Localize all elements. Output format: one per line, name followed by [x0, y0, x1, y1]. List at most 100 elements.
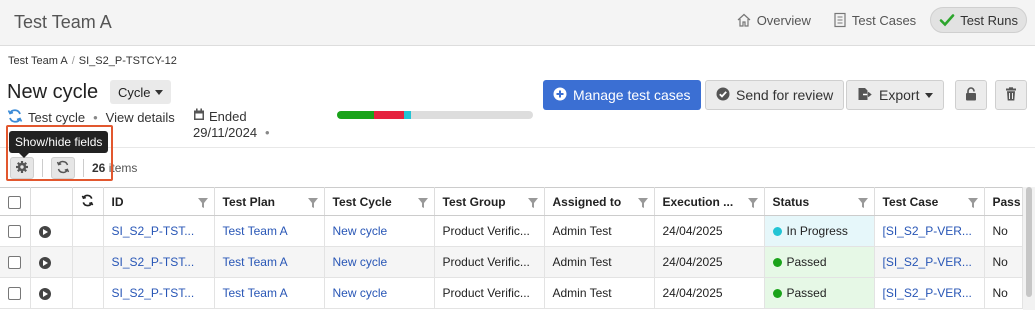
- cell-test-case[interactable]: [SI_S2_P-VER...: [874, 246, 985, 278]
- cell-id[interactable]: SI_S2_P-TST...: [103, 215, 215, 247]
- sync-cell: [72, 215, 104, 247]
- caret-down-icon: [154, 89, 163, 95]
- row-select-cell: [0, 215, 31, 247]
- nav-test-runs[interactable]: Test Runs: [930, 7, 1027, 33]
- nav-overview[interactable]: Overview: [728, 7, 819, 33]
- table-row[interactable]: SI_S2_P-TST... Test Team A New cycle Pro…: [0, 277, 1023, 309]
- send-for-review-button[interactable]: Send for review: [705, 80, 845, 110]
- play-icon[interactable]: [38, 225, 51, 238]
- table-header-row: ID Test Plan Test Cycle Test Group Assig…: [0, 187, 1023, 216]
- sync-column-header: [72, 187, 104, 216]
- test-runs-table: ID Test Plan Test Cycle Test Group Assig…: [0, 187, 1023, 309]
- trash-icon: [1005, 86, 1017, 104]
- status-date: 29/11/2024: [193, 125, 258, 140]
- table-row[interactable]: SI_S2_P-TST... Test Team A New cycle Pro…: [0, 215, 1023, 247]
- cell-test-cycle[interactable]: New cycle: [324, 246, 435, 278]
- status-dot: [772, 289, 782, 299]
- breadcrumb-team[interactable]: Test Team A: [8, 55, 68, 67]
- manage-test-cases-button[interactable]: Manage test cases: [543, 80, 701, 110]
- cell-status: Passed: [764, 246, 875, 278]
- row-checkbox[interactable]: [8, 287, 21, 301]
- breadcrumb-cycle: SI_S2_P-TSTCY-12: [78, 55, 177, 67]
- cell-test-group: Product Verific...: [434, 246, 545, 278]
- cell-test-plan[interactable]: Test Team A: [214, 215, 325, 247]
- progress-segment-passed: [337, 111, 375, 119]
- column-header-test-plan[interactable]: Test Plan: [214, 187, 325, 216]
- row-checkbox[interactable]: [8, 225, 21, 239]
- items-count-label: items: [108, 161, 138, 175]
- cell-test-cycle[interactable]: New cycle: [324, 277, 435, 309]
- cycle-type-dropdown[interactable]: Cycle: [110, 80, 171, 104]
- cell-test-case[interactable]: [SI_S2_P-VER...: [874, 277, 985, 309]
- filter-icon[interactable]: [417, 197, 428, 211]
- sync-cell: [72, 277, 104, 309]
- home-icon: [736, 12, 752, 28]
- status-text: In Progress: [786, 224, 848, 238]
- cell-test-cycle[interactable]: New cycle: [324, 215, 435, 247]
- status-dot: [772, 227, 782, 237]
- filter-icon[interactable]: [637, 197, 648, 211]
- column-header-test-cycle[interactable]: Test Cycle: [324, 187, 435, 216]
- calendar-icon: [193, 108, 205, 125]
- cell-status: In Progress: [764, 215, 875, 247]
- breadcrumb-separator: /: [71, 55, 75, 67]
- filter-icon[interactable]: [967, 197, 978, 211]
- vertical-scrollbar[interactable]: [1023, 187, 1035, 310]
- column-header-execution[interactable]: Execution ...: [654, 187, 765, 216]
- nav-test-cases-label: Test Cases: [851, 12, 917, 28]
- filter-icon[interactable]: [747, 197, 758, 211]
- cell-id[interactable]: SI_S2_P-TST...: [103, 246, 215, 278]
- unlock-button[interactable]: [955, 80, 987, 110]
- column-header-test-group[interactable]: Test Group: [434, 187, 545, 216]
- view-details-link[interactable]: View details: [106, 110, 175, 125]
- scrollbar-thumb[interactable]: [1026, 187, 1032, 297]
- status-separator: •: [265, 125, 270, 140]
- delete-button[interactable]: [995, 80, 1027, 110]
- row-checkbox[interactable]: [8, 256, 21, 270]
- table-row[interactable]: SI_S2_P-TST... Test Team A New cycle Pro…: [0, 246, 1023, 278]
- run-cell: [30, 215, 73, 247]
- sync-icon: [81, 194, 94, 210]
- play-icon[interactable]: [38, 256, 51, 269]
- filter-icon[interactable]: [307, 197, 318, 211]
- column-header-label: Status: [772, 194, 810, 209]
- nav-test-cases[interactable]: Test Cases: [825, 7, 924, 33]
- nav-overview-label: Overview: [756, 12, 811, 28]
- cell-test-case[interactable]: [SI_S2_P-VER...: [874, 215, 985, 247]
- send-for-review-label: Send for review: [736, 87, 834, 103]
- play-icon[interactable]: [38, 287, 51, 300]
- column-header-status[interactable]: Status: [764, 187, 875, 216]
- status-dot: [772, 258, 782, 268]
- column-header-label: Execution ...: [662, 194, 734, 209]
- cell-pass: No: [984, 277, 1023, 309]
- column-header-label: Test Cycle: [332, 194, 392, 209]
- manage-test-cases-label: Manage test cases: [573, 87, 691, 103]
- show-hide-fields-tooltip: Show/hide fields: [9, 131, 109, 158]
- row-select-cell: [0, 277, 31, 309]
- filter-icon[interactable]: [857, 197, 868, 211]
- column-header-id[interactable]: ID: [103, 187, 215, 216]
- cell-status: Passed: [764, 277, 875, 309]
- app-title: Test Team A: [14, 12, 112, 32]
- plus-circle-icon: [553, 87, 567, 104]
- meta-separator: •: [93, 110, 98, 125]
- column-header-assigned-to[interactable]: Assigned to: [544, 187, 655, 216]
- filter-icon[interactable]: [197, 197, 208, 211]
- main-nav: Overview Test Cases Test Runs: [728, 7, 1027, 33]
- checkmark-icon: [939, 12, 955, 28]
- sync-cell: [72, 246, 104, 278]
- cell-id[interactable]: SI_S2_P-TST...: [103, 277, 215, 309]
- cell-test-plan[interactable]: Test Team A: [214, 277, 325, 309]
- column-header-pass[interactable]: Pass: [984, 187, 1023, 216]
- filter-icon[interactable]: [527, 197, 538, 211]
- select-all-checkbox[interactable]: [8, 195, 21, 209]
- status-text: Passed: [786, 286, 827, 300]
- breadcrumb: Test Team A / SI_S2_P-TSTCY-12: [8, 55, 177, 67]
- column-header-test-case[interactable]: Test Case: [874, 187, 985, 216]
- cell-execution: 24/04/2025: [654, 277, 765, 309]
- cycle-type-label: Test cycle: [28, 110, 86, 125]
- row-select-cell: [0, 246, 31, 278]
- run-column-header: [30, 187, 73, 216]
- cell-test-plan[interactable]: Test Team A: [214, 246, 325, 278]
- export-button[interactable]: Export: [846, 80, 945, 110]
